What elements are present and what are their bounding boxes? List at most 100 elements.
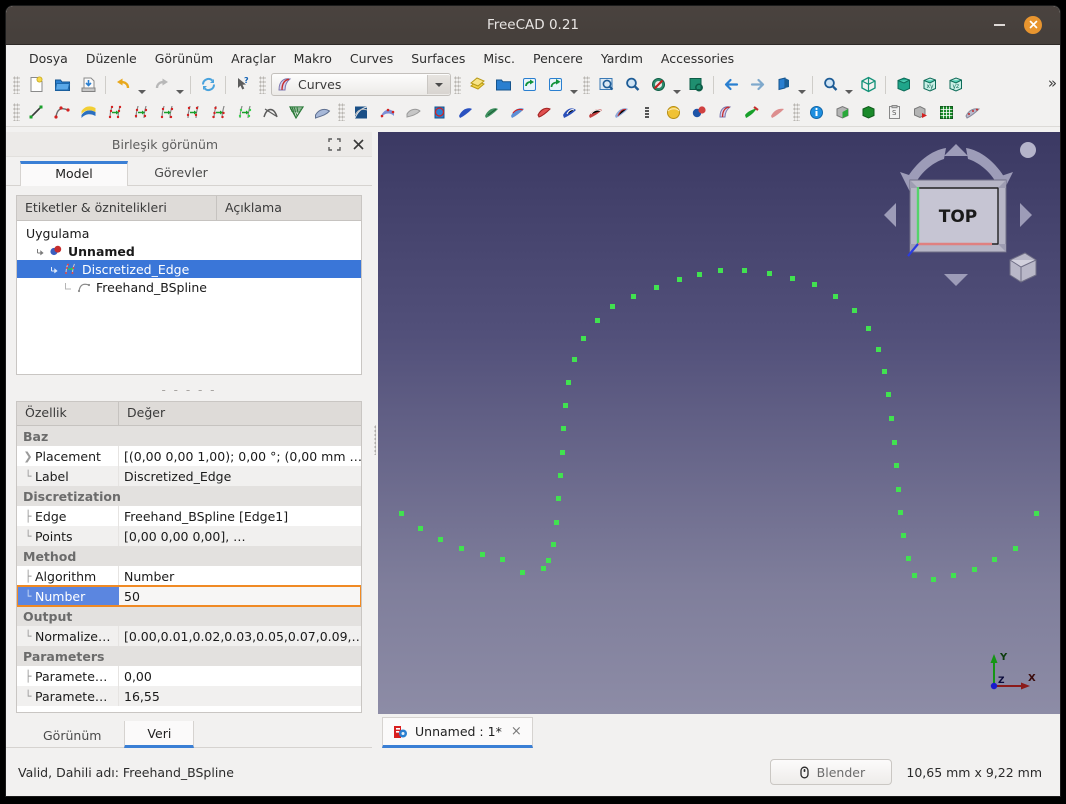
zoom-button[interactable]: [817, 73, 843, 97]
close-button[interactable]: [1024, 16, 1042, 34]
export-solid-button[interactable]: [907, 100, 933, 124]
tree-item-unnamed[interactable]: Unnamed: [17, 242, 361, 260]
property-group-parameters[interactable]: Parameters: [17, 646, 361, 666]
forward-view-button[interactable]: [744, 73, 770, 97]
property-row-number[interactable]: └ Number 50: [17, 585, 361, 607]
tab-model[interactable]: Model: [20, 161, 128, 186]
grid-button[interactable]: [933, 100, 959, 124]
discretized-point[interactable]: [1034, 511, 1039, 516]
discretized-point[interactable]: [677, 277, 682, 282]
discretized-point[interactable]: [595, 318, 600, 323]
menu-makro[interactable]: Makro: [285, 48, 341, 69]
discretized-point[interactable]: [972, 567, 977, 572]
discretized-point[interactable]: [697, 272, 702, 277]
document-tab[interactable]: Unnamed : 1* ×: [382, 717, 533, 748]
property-value[interactable]: Freehand_BSpline [Edge1]: [119, 506, 361, 526]
tree-item-discretized-edge[interactable]: Discretized_Edge: [17, 260, 361, 278]
discretized-point[interactable]: [833, 294, 838, 299]
curves-toolbar-grip[interactable]: [13, 103, 20, 121]
fit-all-button[interactable]: [593, 73, 619, 97]
discretized-point[interactable]: [882, 369, 887, 374]
save-document-button[interactable]: [75, 73, 101, 97]
twisty-icon[interactable]: [33, 247, 47, 256]
toolbar-grip-2[interactable]: [259, 75, 266, 94]
toolbar-grip-4[interactable]: [583, 75, 590, 94]
menu-misc[interactable]: Misc.: [474, 48, 524, 69]
discretized-point[interactable]: [886, 392, 891, 397]
pipeshell-button[interactable]: [426, 100, 452, 124]
discretized-point[interactable]: [767, 271, 772, 276]
front-view-button[interactable]: [890, 73, 916, 97]
draw-style-dropdown[interactable]: [671, 72, 683, 97]
tab-gorevler[interactable]: Görevler: [128, 161, 234, 185]
discretized-point[interactable]: [566, 380, 571, 385]
curve-extend-button[interactable]: [205, 100, 231, 124]
tab-gorunum[interactable]: Görünüm: [20, 723, 124, 747]
tree-item-freehand-bspline[interactable]: Freehand_BSpline: [17, 278, 361, 296]
property-group-baz[interactable]: Baz: [17, 426, 361, 446]
property-value[interactable]: 16,55: [119, 686, 361, 706]
float-button[interactable]: [324, 134, 344, 154]
open-document-button[interactable]: [49, 73, 75, 97]
discretized-point[interactable]: [418, 526, 423, 531]
redo-dropdown[interactable]: [174, 72, 186, 97]
property-row-algorithm[interactable]: ├ Algorithm Number: [17, 566, 361, 586]
property-value[interactable]: 0,00: [119, 666, 361, 686]
solid-green-button[interactable]: [855, 100, 881, 124]
property-group-method[interactable]: Method: [17, 546, 361, 566]
discretized-point[interactable]: [399, 511, 404, 516]
tab-veri[interactable]: Veri: [124, 721, 195, 748]
property-group-discretization[interactable]: Discretization: [17, 486, 361, 506]
right-view-button[interactable]: yz: [942, 73, 968, 97]
document-tab-close[interactable]: ×: [509, 724, 524, 739]
blend-surface-button[interactable]: [348, 100, 374, 124]
toolbar-grip-3[interactable]: [454, 75, 461, 94]
discretized-point[interactable]: [912, 573, 917, 578]
property-value[interactable]: [(0,00 0,00 1,00); 0,00 °; (0,00 mm …: [119, 446, 361, 466]
link-make-relative-button[interactable]: [542, 73, 568, 97]
undo-dropdown[interactable]: [136, 72, 148, 97]
mesh-points-button[interactable]: [959, 100, 985, 124]
discretized-point[interactable]: [541, 566, 546, 571]
menu-curves[interactable]: Curves: [341, 48, 402, 69]
discretized-point[interactable]: [654, 285, 659, 290]
axonometric-button[interactable]: [683, 73, 709, 97]
new-document-button[interactable]: [23, 73, 49, 97]
discretized-point[interactable]: [560, 450, 565, 455]
zoom-dropdown[interactable]: [843, 72, 855, 97]
discretized-point[interactable]: [898, 510, 903, 515]
discretized-point[interactable]: [500, 557, 505, 562]
menu-duzenle[interactable]: Düzenle: [77, 48, 146, 69]
discretized-point[interactable]: [561, 426, 566, 431]
approximate-button[interactable]: [153, 100, 179, 124]
surface-extend-button[interactable]: [478, 100, 504, 124]
discretized-point[interactable]: [610, 304, 615, 309]
property-row-label[interactable]: └ Label Discretized_Edge: [17, 466, 361, 486]
reflect-lines-button[interactable]: [686, 100, 712, 124]
discretized-point[interactable]: [894, 463, 899, 468]
discretized-point[interactable]: [558, 473, 563, 478]
multi-loft-button[interactable]: [582, 100, 608, 124]
sphere-button[interactable]: [660, 100, 686, 124]
discretized-point[interactable]: [812, 282, 817, 287]
discretized-point[interactable]: [718, 268, 723, 273]
discretized-point[interactable]: [1013, 546, 1018, 551]
menu-gorunum[interactable]: Görünüm: [146, 48, 222, 69]
redo-button[interactable]: [148, 73, 174, 97]
property-row-normalized[interactable]: └ Normalize… [0.00,0.01,0.02,0.03,0.05,0…: [17, 626, 361, 646]
sphere-map-button[interactable]: [634, 100, 660, 124]
line-button[interactable]: [23, 100, 49, 124]
link-make-button[interactable]: [516, 73, 542, 97]
discretized-point[interactable]: [563, 403, 568, 408]
navigation-style-button[interactable]: Blender: [770, 759, 893, 785]
discretized-point[interactable]: [480, 552, 485, 557]
refresh-button[interactable]: [195, 73, 221, 97]
whats-this-button[interactable]: ?: [230, 73, 256, 97]
fit-selection-button[interactable]: [619, 73, 645, 97]
expand-arrow-icon[interactable]: ❯: [21, 450, 35, 463]
std-group-button[interactable]: [490, 73, 516, 97]
isometric-button[interactable]: [855, 73, 881, 97]
property-value[interactable]: [0,00 0,00 0,00], …: [119, 526, 361, 546]
property-row-parameter-first[interactable]: ├ Paramete… 0,00: [17, 666, 361, 686]
std-view-dropdown[interactable]: [796, 72, 808, 97]
